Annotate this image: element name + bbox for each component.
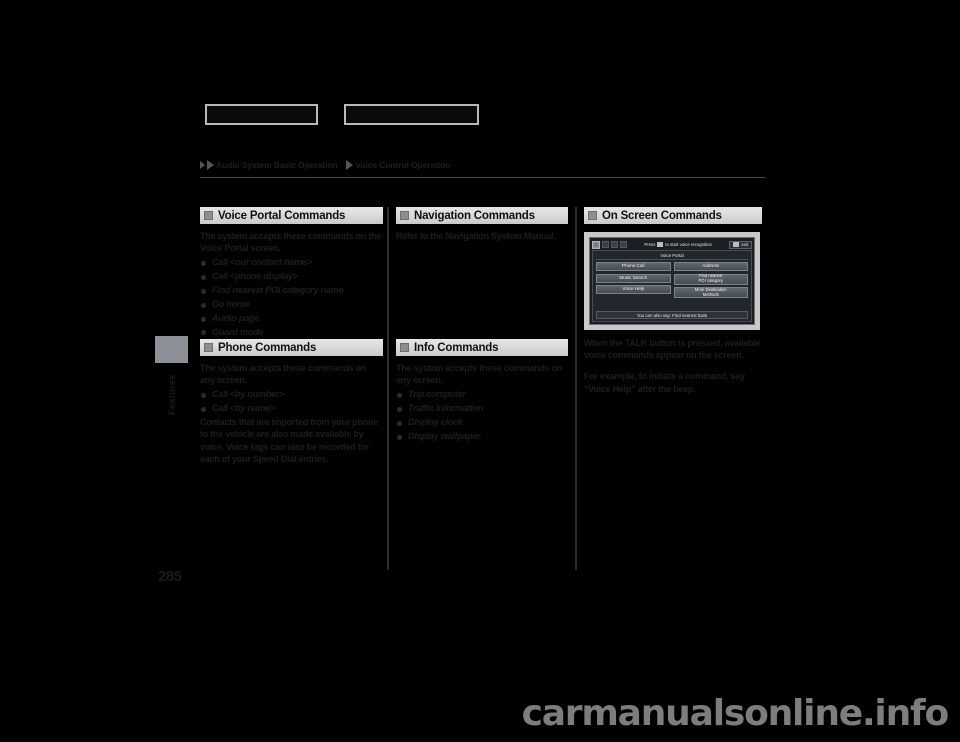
breadcrumb: Audio System Basic Operation Voice Contr…: [200, 157, 800, 173]
list-item: Audio page: [200, 312, 383, 324]
section-header: Voice Portal Commands: [200, 207, 383, 224]
list-item: Call <phone display>: [200, 270, 383, 282]
column-divider: [575, 207, 577, 570]
section-note: Contacts that are imported from your pho…: [200, 417, 379, 464]
list-item: Call <by name>: [200, 402, 383, 414]
section-intro: The system accepts these commands on any…: [200, 363, 367, 386]
topbar-dim-icon: [602, 241, 609, 248]
list-item: Call <by number>: [200, 388, 383, 400]
section-body: Refer to the Navigation System Manual.: [396, 230, 568, 242]
on-screen-note-1-text: When the TALK button is pressed, availab…: [584, 338, 761, 361]
list-item: Go home: [200, 298, 383, 310]
breadcrumb-arrow-icon: [200, 161, 205, 169]
section-bullet-icon: [204, 343, 213, 352]
command-list: Call <our contact name> Call <phone disp…: [200, 256, 383, 338]
top-black-box-right: [344, 104, 479, 125]
device-button-grid: Phone Call Music Search Voice Help Addre…: [596, 262, 748, 309]
section-bullet-icon: [204, 211, 213, 220]
list-item: Guard mode: [200, 326, 383, 338]
margin-tab: [155, 336, 188, 363]
press-label: Press: [644, 242, 656, 247]
list-item: Display clock: [396, 416, 568, 428]
device-button-phone-call[interactable]: Phone Call: [596, 262, 671, 271]
device-exit-button[interactable]: exit: [729, 240, 752, 249]
section-info-commands: Info Commands The system accepts these c…: [396, 339, 568, 444]
list-item: Find nearest POI category name: [200, 284, 383, 296]
list-item: Traffic information: [396, 402, 568, 414]
list-item: Display wallpaper: [396, 430, 568, 442]
section-navigation-commands: Navigation Commands Refer to the Navigat…: [396, 207, 568, 242]
device-display: ♫ Press to start voice recognition exit: [589, 237, 755, 325]
device-topbar-text: Press to start voice recognition: [629, 242, 727, 247]
page-number: 285: [158, 567, 182, 585]
device-button-voice-help[interactable]: Voice Help: [596, 285, 671, 294]
talk-key-icon: ♫: [592, 240, 600, 249]
device-button-more-destination-methods[interactable]: More Destination Methods: [673, 287, 748, 298]
command-list: Call <by number> Call <by name>: [200, 388, 383, 414]
section-header: Phone Commands: [200, 339, 383, 356]
exit-label: exit: [741, 242, 748, 247]
device-button-music-search[interactable]: Music Search: [596, 273, 671, 283]
section-intro: Refer to the Navigation System Manual.: [396, 231, 556, 241]
section-title: Navigation Commands: [414, 209, 535, 222]
topbar-dim-icon: [620, 241, 627, 248]
on-screen-note-1: When the TALK button is pressed, availab…: [584, 337, 762, 361]
on-screen-notes: When the TALK button is pressed, availab…: [584, 337, 762, 395]
list-item: Call <our contact name>: [200, 256, 383, 268]
on-screen-note-2: For example, to initiate a command, say …: [584, 371, 745, 394]
section-title: Phone Commands: [218, 341, 317, 354]
breadcrumb-item-1: Audio System Basic Operation: [216, 160, 338, 170]
breadcrumb-arrow-icon: [207, 160, 214, 170]
top-black-box-left: [205, 104, 318, 125]
device-hint-bar: You can also say: Find nearest bank: [596, 311, 748, 319]
column-divider: [387, 207, 389, 570]
exit-key-icon: [733, 242, 740, 247]
device-button-column-left: Phone Call Music Search Voice Help: [596, 262, 671, 309]
section-intro: The system accepts these commands on the…: [200, 231, 382, 254]
device-button-find-nearest-poi[interactable]: Find nearest POI category: [673, 273, 748, 285]
section-body: The system accepts these commands on any…: [200, 362, 383, 465]
section-bullet-icon: [588, 211, 597, 220]
device-button-address[interactable]: Address: [673, 262, 748, 271]
device-button-column-right: Address Find nearest POI category More D…: [673, 262, 748, 309]
section-on-screen-commands: On Screen Commands ♫ Press to start voic…: [584, 207, 762, 395]
section-bullet-icon: [400, 211, 409, 220]
section-header: On Screen Commands: [584, 207, 762, 224]
breadcrumb-item-2: Voice Control Operation: [355, 160, 451, 170]
device-body: Voice Portal Phone Call Music Search Voi…: [592, 250, 752, 322]
section-header: Navigation Commands: [396, 207, 568, 224]
section-voice-portal-commands: Voice Portal Commands The system accepts…: [200, 207, 383, 340]
list-item: Trip computer: [396, 388, 568, 400]
header-rule: [200, 177, 765, 178]
device-screenshot: ♫ Press to start voice recognition exit: [584, 232, 760, 330]
section-header: Info Commands: [396, 339, 568, 356]
command-list: Trip computer Traffic information Displa…: [396, 388, 568, 442]
section-body: The system accepts these commands on the…: [200, 230, 383, 338]
talk-key-icon: [657, 242, 664, 247]
section-phone-commands: Phone Commands The system accepts these …: [200, 339, 383, 465]
breadcrumb-arrow-icon: [346, 160, 354, 170]
margin-tab-label: Features: [167, 374, 177, 416]
section-title: Voice Portal Commands: [218, 209, 346, 222]
device-portal-title: Voice Portal: [596, 252, 748, 260]
section-title: On Screen Commands: [602, 209, 722, 222]
press-label-after: to start voice recognition: [665, 242, 712, 247]
section-bullet-icon: [400, 343, 409, 352]
device-topbar: ♫ Press to start voice recognition exit: [592, 240, 752, 249]
section-body: The system accepts these commands on any…: [396, 362, 568, 443]
watermark: carmanualsonline.info: [521, 692, 950, 734]
section-intro: The system accepts these commands on any…: [396, 363, 563, 386]
topbar-dim-icon: [611, 241, 618, 248]
section-title: Info Commands: [414, 341, 499, 354]
manual-page: Audio System Basic Operation Voice Contr…: [0, 0, 960, 742]
